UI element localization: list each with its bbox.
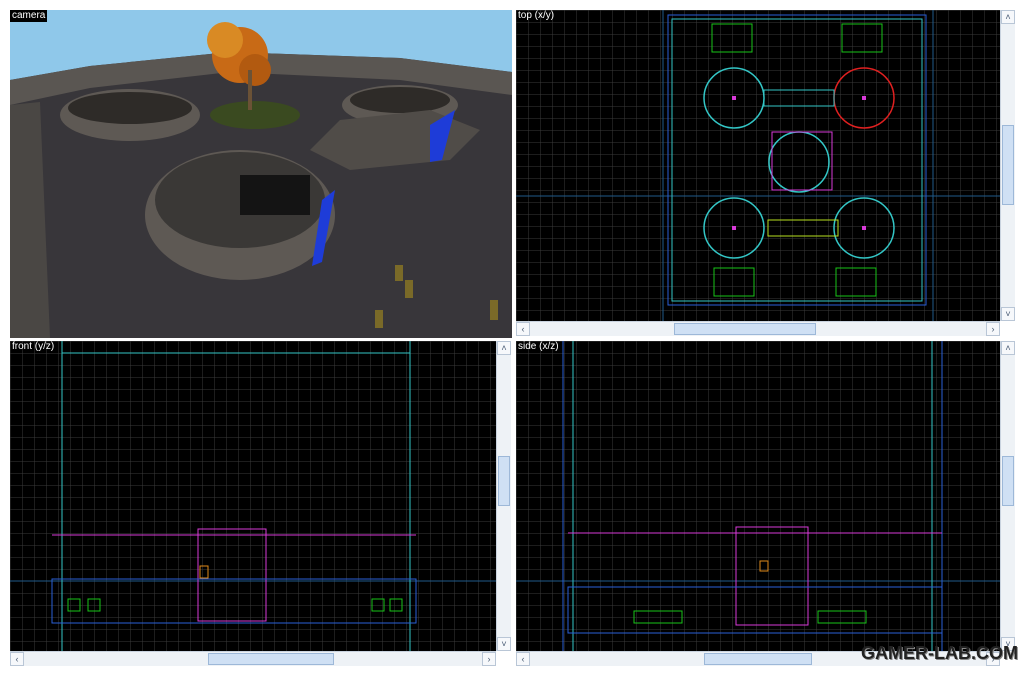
top-vertical-scrollbar[interactable]: ˄ ˅ (1000, 10, 1015, 321)
camera-label: camera (10, 10, 48, 22)
front-vertical-scrollbar[interactable]: ˄ ˅ (496, 341, 511, 651)
scroll-left-button[interactable]: ‹ (516, 652, 530, 666)
scroll-down-button[interactable]: ˅ (497, 637, 511, 651)
scroll-right-button[interactable]: › (482, 652, 496, 666)
scroll-up-button[interactable]: ˄ (1001, 341, 1015, 355)
top-viewport[interactable]: top (x/y) (516, 10, 1000, 321)
scroll-down-button[interactable]: ˅ (1001, 307, 1015, 321)
scroll-left-button[interactable]: ‹ (516, 322, 530, 336)
scroll-thumb[interactable] (1002, 456, 1014, 506)
front-horizontal-scrollbar[interactable]: ‹ › (10, 651, 496, 666)
front-viewport[interactable]: front (y/z) (10, 341, 496, 651)
top-horizontal-scrollbar[interactable]: ‹ › (516, 321, 1000, 336)
side-label: side (x/z) (518, 341, 559, 352)
scroll-thumb[interactable] (498, 456, 510, 506)
watermark-logo: GAMER-LAB.COM (861, 643, 1018, 663)
scroll-thumb[interactable] (1002, 125, 1014, 205)
top-grid (516, 10, 1000, 321)
scroll-right-button[interactable]: › (986, 322, 1000, 336)
scroll-up-button[interactable]: ˄ (1001, 10, 1015, 24)
camera-render (10, 10, 512, 338)
side-viewport[interactable]: side (x/z) (516, 341, 1000, 651)
front-grid (10, 341, 496, 651)
camera-viewport[interactable]: camera (10, 10, 512, 338)
side-vertical-scrollbar[interactable]: ˄ ˅ (1000, 341, 1015, 651)
scroll-up-button[interactable]: ˄ (497, 341, 511, 355)
front-label: front (y/z) (12, 341, 55, 352)
scroll-thumb[interactable] (208, 653, 334, 665)
top-label: top (x/y) (518, 10, 555, 21)
side-grid (516, 341, 1000, 651)
scroll-left-button[interactable]: ‹ (10, 652, 24, 666)
scroll-thumb[interactable] (704, 653, 812, 665)
scroll-thumb[interactable] (674, 323, 816, 335)
